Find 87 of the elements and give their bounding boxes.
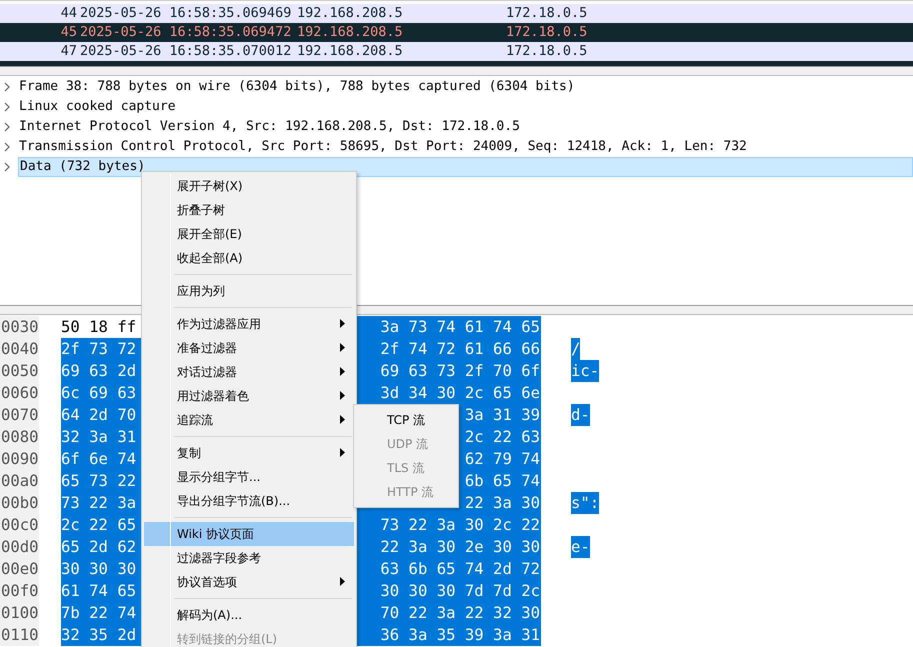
hex-bytes: 30 30 30 — [61, 558, 141, 580]
menu-item[interactable]: 复制 — [144, 441, 354, 465]
hex-bytes: 3d 34 30 2c 65 6e — [357, 382, 541, 404]
hex-offset: 0040 — [0, 338, 39, 360]
hex-offset: 0070 — [0, 404, 39, 426]
hex-bytes: 30 30 30 7d 7d 2c — [357, 580, 541, 602]
menu-item[interactable]: 解码为(A)... — [144, 603, 354, 627]
menu-item[interactable]: 收起全部(A) — [144, 246, 354, 270]
hex-offset: 0060 — [0, 382, 39, 404]
hex-offset: 00a0 — [0, 470, 39, 492]
hex-bytes: 50 18 ff — [61, 317, 138, 338]
tree-item[interactable]: Frame 38: 788 bytes on wire (6304 bits), 788 bytes captured (6304 bits) — [18, 77, 913, 97]
packet-row[interactable]: 47 2025-05-26 16:58:35.070012 192.168.208.5 172.18.0.5 — [0, 42, 913, 61]
menu-item[interactable]: 显示分组字节... — [144, 465, 354, 489]
hex-bytes: 69 63 2d — [61, 360, 141, 382]
expand-chevron-icon[interactable] — [2, 142, 12, 152]
packet-cell-text: 2025-05-26 16:58:35.070012 — [80, 42, 292, 61]
hex-bytes: 32 35 2d — [61, 624, 141, 646]
expand-chevron-icon[interactable] — [2, 162, 12, 172]
hex-bytes: 2c 22 65 — [61, 514, 141, 536]
menu-item[interactable]: 过滤器字段参考 — [144, 546, 354, 570]
packet-row[interactable]: 44 2025-05-26 16:58:35.069469 192.168.208.5 172.18.0.5 — [0, 4, 913, 23]
expand-chevron-icon[interactable] — [2, 122, 12, 132]
tree-item[interactable]: Linux cooked capture — [18, 97, 913, 117]
hex-bytes: 69 63 73 2f 70 6f — [357, 360, 541, 382]
expand-chevron-icon[interactable] — [2, 82, 12, 92]
packet-cell-text: 47 — [60, 42, 77, 61]
packet-cell-text: 2025-05-26 16:58:35.069469 — [80, 4, 292, 23]
hex-offset: 0030 — [0, 316, 39, 338]
tree-item[interactable]: Data (732 bytes) — [18, 157, 913, 177]
menu-item[interactable]: 对话过滤器 — [144, 360, 354, 384]
menu-item[interactable]: 作为过滤器应用 — [144, 312, 354, 336]
tree-item[interactable]: Internet Protocol Version 4, Src: 192.168.208.5, Dst: 172.18.0.5 — [18, 117, 913, 137]
menu-item[interactable]: 追踪流 — [144, 408, 354, 432]
hex-offset: 0050 — [0, 360, 39, 382]
menu-item[interactable]: 用过滤器着色 — [144, 384, 354, 408]
packet-cell-text: 192.168.208.5 — [297, 23, 404, 42]
ascii-text: / — [571, 338, 580, 360]
tree-item[interactable]: Transmission Control Protocol, Src Port: 58695, Dst Port: 24009, Seq: 12418, Ack: 1, Len: 732 — [18, 137, 913, 157]
menu-item[interactable]: Wiki 协议页面 — [144, 522, 354, 546]
hex-bytes: 65 73 22 — [61, 470, 141, 492]
menu-item[interactable]: 展开子树(X) — [144, 174, 354, 198]
hex-offset: 00f0 — [0, 580, 39, 602]
hex-bytes: 6c 69 63 — [61, 382, 141, 404]
packet-cell-text: 44 — [60, 4, 77, 23]
menu-item[interactable]: 协议首选项 — [144, 570, 354, 594]
ascii-text: e- — [571, 536, 590, 558]
hex-offset: 0110 — [0, 624, 39, 646]
packet-cell-text: 45 — [60, 23, 77, 42]
hex-bytes: 2f 73 72 — [61, 338, 141, 360]
menu-item[interactable]: 导出分组字节流(B)... — [144, 489, 354, 513]
packet-cell: 172.18.0.5 — [506, 4, 588, 23]
hex-offset: 0100 — [0, 602, 39, 624]
hex-offset: 00c0 — [0, 514, 39, 536]
hex-bytes: 65 2d 62 — [61, 536, 141, 558]
hex-bytes: 61 74 65 — [61, 580, 141, 602]
expand-chevron-icon[interactable] — [2, 102, 12, 112]
packet-row[interactable]: 45 2025-05-26 16:58:35.069472 192.168.208.5 172.18.0.5 — [0, 23, 913, 42]
hex-offset: 00e0 — [0, 558, 39, 580]
packet-cell-text: 192.168.208.5 — [297, 42, 404, 61]
hex-bytes: 36 3a 35 39 3a 31 — [357, 624, 541, 646]
packet-cell: 172.18.0.5 — [506, 23, 588, 42]
hex-bytes: 70 22 3a 22 32 30 — [357, 602, 541, 624]
packet-cell: 172.18.0.5 — [506, 42, 588, 61]
hex-bytes: 22 3a 30 2e 30 30 — [357, 536, 541, 558]
hex-offset: 00d0 — [0, 536, 39, 558]
hex-bytes: 64 2d 70 — [61, 404, 141, 426]
hex-bytes: 73 22 3a — [61, 492, 141, 514]
hex-offset: 0080 — [0, 426, 39, 448]
ascii-text: ic- — [571, 360, 600, 382]
ascii-text: d- — [571, 404, 590, 426]
hex-offset: 0090 — [0, 448, 39, 470]
hex-bytes: 2f 74 72 61 66 66 — [357, 338, 541, 360]
menu-item[interactable]: 折叠子树 — [144, 198, 354, 222]
hex-offset: 00b0 — [0, 492, 39, 514]
ascii-text: s": — [571, 492, 600, 514]
hex-bytes: 32 3a 31 — [61, 426, 141, 448]
menu-item[interactable]: 展开全部(E) — [144, 222, 354, 246]
hex-bytes: 6f 6e 74 — [61, 448, 141, 470]
hex-bytes: 3a 73 74 61 74 65 — [357, 316, 541, 338]
menu-item[interactable]: 应用为列 — [144, 279, 354, 303]
menu-item[interactable]: 准备过滤器 — [144, 336, 354, 360]
packet-cell-text: 192.168.208.5 — [297, 4, 404, 23]
hex-bytes: 73 22 3a 30 2c 22 — [357, 514, 541, 536]
hex-bytes: 63 6b 65 74 2d 72 — [357, 558, 541, 580]
hex-bytes: 7b 22 74 — [61, 602, 141, 624]
packet-cell-text: 2025-05-26 16:58:35.069472 — [80, 23, 292, 42]
